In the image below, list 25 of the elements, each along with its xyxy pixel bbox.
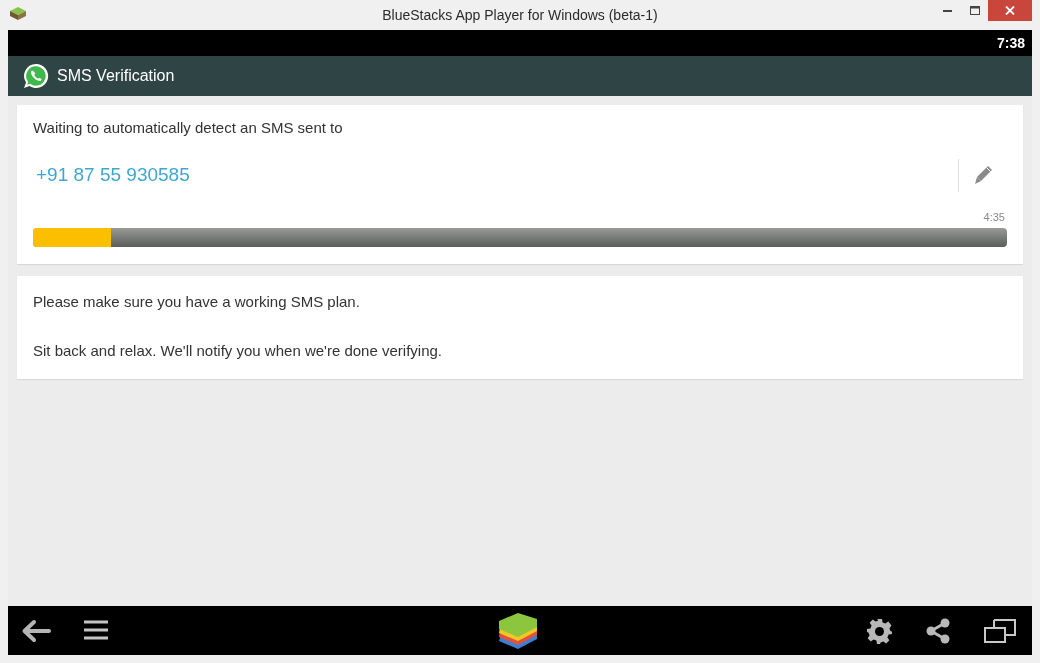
pencil-icon <box>973 165 993 185</box>
settings-button[interactable] <box>864 616 894 646</box>
info-text: Sit back and relax. We'll notify you when we're done verifying. <box>33 342 443 360</box>
app-bar-title: SMS Verification <box>57 66 175 86</box>
window-title: BlueStacks App Player for Windows (beta-1) <box>382 5 658 25</box>
waiting-message: Waiting to automatically detect an SMS sent to <box>33 119 344 137</box>
clock-time: 7:38 <box>996 33 1025 53</box>
close-icon <box>1005 6 1015 15</box>
back-button[interactable] <box>20 618 52 644</box>
menu-button[interactable] <box>82 618 110 642</box>
back-arrow-icon <box>21 619 51 643</box>
window-switch-button[interactable] <box>983 618 1017 644</box>
countdown-timer: 4:35 <box>983 210 1005 224</box>
info-text: Please make sure you have a working SMS plan. <box>33 293 361 311</box>
share-icon <box>925 618 951 644</box>
app-icon <box>10 7 26 21</box>
chat-bubble-phone-icon <box>22 62 50 90</box>
phone-number: +91 87 55 930585 <box>35 162 191 187</box>
close-button[interactable] <box>988 0 1032 21</box>
overlapping-windows-icon <box>984 619 1016 643</box>
share-button[interactable] <box>924 617 952 645</box>
menu-icon <box>83 620 109 640</box>
maximize-icon <box>969 6 980 15</box>
minimize-icon <box>943 9 952 12</box>
settings-icon <box>865 617 893 645</box>
